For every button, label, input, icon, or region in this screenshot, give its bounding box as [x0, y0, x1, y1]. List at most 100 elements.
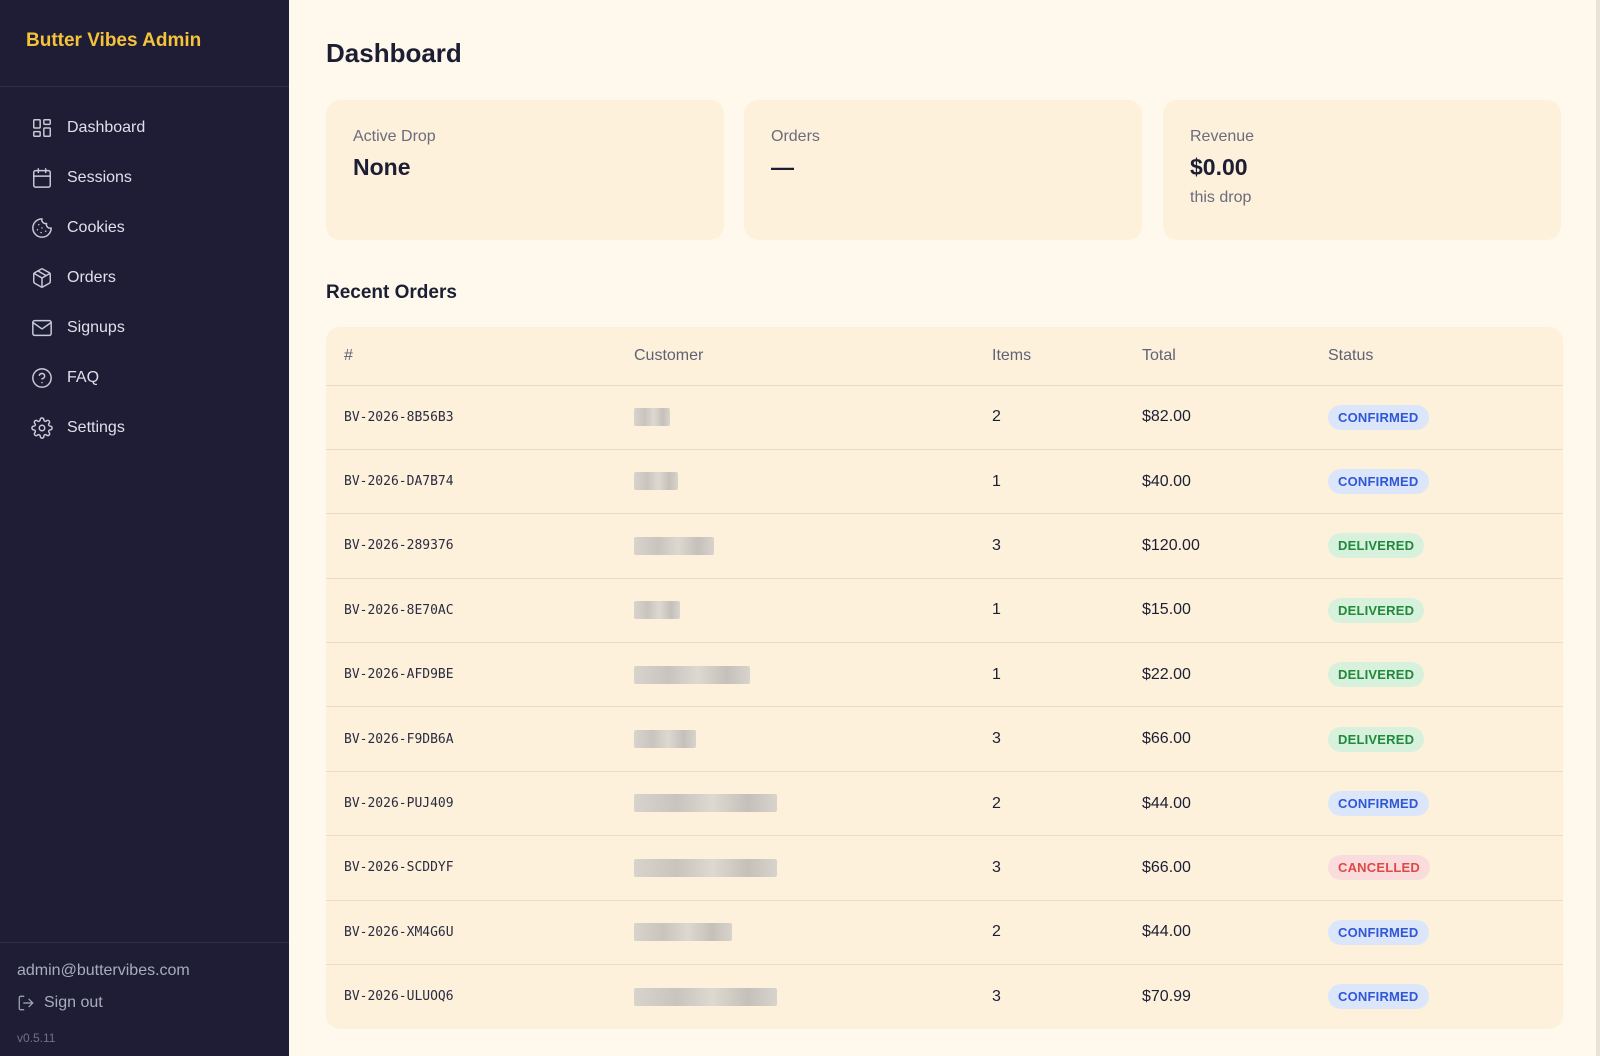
recent-orders-table: # Customer Items Total Status BV-2026-8B… [326, 327, 1563, 1029]
column-header-total[interactable]: Total [1142, 327, 1328, 386]
status-cell: CONFIRMED [1328, 385, 1563, 450]
status-badge: CONFIRMED [1328, 469, 1429, 495]
order-id[interactable]: BV-2026-AFD9BE [326, 642, 634, 708]
status-cell: DELIVERED [1328, 642, 1563, 708]
column-header-id[interactable]: # [326, 327, 634, 386]
sidebar-nav: Dashboard Sessions Cookies Orders Signup… [0, 103, 289, 453]
order-id[interactable]: BV-2026-PUJ409 [326, 771, 634, 837]
divider [0, 942, 289, 943]
redacted-customer-name [634, 408, 670, 427]
sign-out-label: Sign out [44, 994, 103, 1011]
item-count: 3 [992, 706, 1142, 772]
sidebar-item-orders[interactable]: Orders [0, 253, 289, 303]
customer-cell [634, 965, 992, 1029]
table-row[interactable]: BV-2026-PUJ409 2 $44.00 CONFIRMED [326, 771, 1563, 837]
status-cell: CONFIRMED [1328, 900, 1563, 966]
log-out-icon [18, 995, 34, 1011]
user-email: admin@buttervibes.com [17, 962, 190, 979]
order-id[interactable]: BV-2026-SCDDYF [326, 835, 634, 901]
order-total: $66.00 [1142, 835, 1328, 901]
order-id[interactable]: BV-2026-XM4G6U [326, 900, 634, 966]
status-cell: DELIVERED [1328, 513, 1563, 579]
sidebar-item-label: Dashboard [67, 119, 146, 136]
redacted-customer-name [634, 987, 777, 1006]
order-id[interactable]: BV-2026-F9DB6A [326, 706, 634, 772]
column-header-items[interactable]: Items [992, 327, 1142, 386]
redacted-customer-name [634, 601, 680, 620]
status-badge: DELIVERED [1328, 726, 1425, 752]
redacted-customer-name [634, 472, 678, 491]
item-count: 2 [992, 385, 1142, 450]
sidebar-item-label: Signups [67, 319, 125, 336]
status-badge: CONFIRMED [1328, 404, 1429, 430]
column-header-customer[interactable]: Customer [634, 327, 992, 386]
table-row[interactable]: BV-2026-8E70AC 1 $15.00 DELIVERED [326, 578, 1563, 644]
item-count: 1 [992, 642, 1142, 708]
order-id[interactable]: BV-2026-8E70AC [326, 578, 634, 644]
card-value: None [353, 154, 411, 180]
table-row[interactable]: BV-2026-F9DB6A 3 $66.00 DELIVERED [326, 706, 1563, 772]
gear-icon [31, 417, 53, 439]
redacted-customer-name [634, 923, 732, 942]
sidebar-item-cookies[interactable]: Cookies [0, 203, 289, 253]
customer-cell [634, 900, 992, 966]
status-badge: DELIVERED [1328, 662, 1425, 688]
table-row[interactable]: BV-2026-ULUOQ6 3 $70.99 CONFIRMED [326, 965, 1563, 1029]
status-badge: CONFIRMED [1328, 984, 1429, 1010]
order-id[interactable]: BV-2026-DA7B74 [326, 449, 634, 515]
sidebar-item-label: FAQ [67, 369, 100, 386]
item-count: 3 [992, 513, 1142, 579]
page-title: Dashboard [326, 38, 462, 68]
status-badge: CANCELLED [1328, 855, 1430, 881]
status-cell: CONFIRMED [1328, 965, 1563, 1029]
sidebar-item-label: Settings [67, 419, 125, 436]
table-row[interactable]: BV-2026-289376 3 $120.00 DELIVERED [326, 513, 1563, 579]
sidebar-item-settings[interactable]: Settings [0, 403, 289, 453]
customer-cell [634, 449, 992, 515]
order-id[interactable]: BV-2026-8B56B3 [326, 385, 634, 450]
table-row[interactable]: BV-2026-DA7B74 1 $40.00 CONFIRMED [326, 449, 1563, 515]
table-body: BV-2026-8B56B3 2 $82.00 CONFIRMED BV-2026-DA… [326, 385, 1563, 1029]
column-header-status[interactable]: Status [1328, 327, 1563, 386]
status-cell: DELIVERED [1328, 578, 1563, 644]
order-id[interactable]: BV-2026-289376 [326, 513, 634, 579]
sidebar-item-faq[interactable]: FAQ [0, 353, 289, 403]
item-count: 2 [992, 771, 1142, 837]
brand-title[interactable]: Butter Vibes Admin [26, 30, 201, 52]
cookie-icon [32, 218, 52, 238]
customer-cell [634, 835, 992, 901]
sidebar-item-sessions[interactable]: Sessions [0, 153, 289, 203]
sidebar: Butter Vibes Admin Dashboard Sessions Co… [0, 0, 289, 1056]
item-count: 2 [992, 900, 1142, 966]
main-content: Dashboard Active Drop None Orders — Reve… [289, 0, 1600, 1056]
order-total: $120.00 [1142, 513, 1328, 579]
customer-cell [634, 385, 992, 450]
calendar-icon [33, 168, 51, 188]
order-total: $66.00 [1142, 706, 1328, 772]
status-cell: DELIVERED [1328, 706, 1563, 772]
sign-out-button[interactable]: Sign out [17, 994, 103, 1012]
stat-card-revenue: Revenue $0.00 this drop [1163, 100, 1561, 240]
table-row[interactable]: BV-2026-XM4G6U 2 $44.00 CONFIRMED [326, 900, 1563, 966]
status-cell: CONFIRMED [1328, 771, 1563, 837]
redacted-customer-name [634, 536, 714, 555]
sidebar-item-signups[interactable]: Signups [0, 303, 289, 353]
status-badge: DELIVERED [1328, 533, 1425, 559]
app-version: v0.5.11 [17, 1031, 56, 1045]
redacted-customer-name [634, 794, 777, 813]
card-label: Orders [771, 128, 820, 145]
customer-cell [634, 513, 992, 579]
customer-cell [634, 642, 992, 708]
card-label: Revenue [1190, 128, 1255, 145]
card-subtext: this drop [1190, 189, 1252, 206]
customer-cell [634, 771, 992, 837]
order-id[interactable]: BV-2026-ULUOQ6 [326, 965, 634, 1029]
stat-card-active-drop: Active Drop None [326, 100, 724, 240]
table-row[interactable]: BV-2026-SCDDYF 3 $66.00 CANCELLED [326, 835, 1563, 901]
order-total: $70.99 [1142, 987, 1191, 1005]
table-row[interactable]: BV-2026-AFD9BE 1 $22.00 DELIVERED [326, 642, 1563, 708]
scrollbar[interactable] [1596, 0, 1600, 1056]
sidebar-item-dashboard[interactable]: Dashboard [0, 103, 289, 153]
order-total: $44.00 [1142, 771, 1328, 837]
table-row[interactable]: BV-2026-8B56B3 2 $82.00 CONFIRMED [326, 385, 1563, 450]
